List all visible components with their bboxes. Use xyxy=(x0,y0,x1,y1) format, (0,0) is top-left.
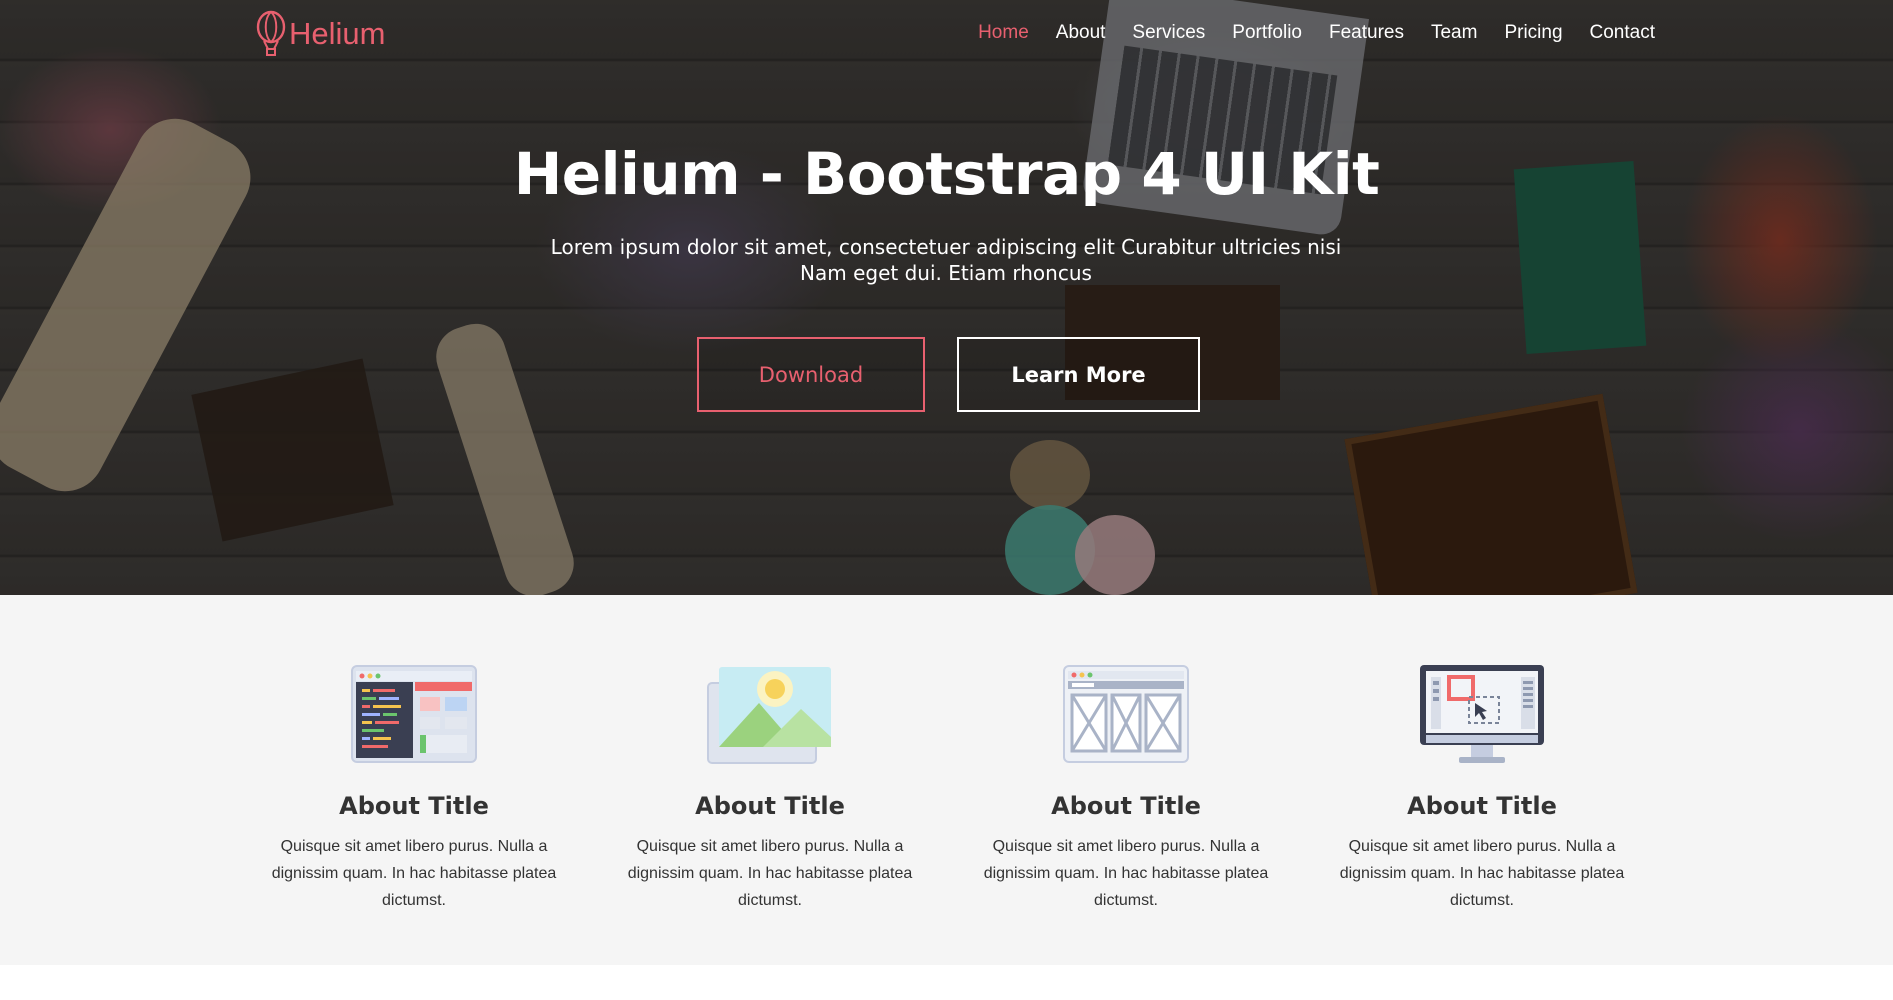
about-card-text: Quisque sit amet libero purus. Nulla a d… xyxy=(627,838,913,909)
about-section: About Title Quisque sit amet libero puru… xyxy=(0,595,1893,965)
balloon-icon xyxy=(256,10,286,56)
image-landscape-icon xyxy=(707,667,831,764)
about-card-title: About Title xyxy=(695,792,845,820)
nav-team[interactable]: Team xyxy=(1431,18,1477,48)
about-card-title: About Title xyxy=(1051,792,1201,820)
learn-more-button[interactable]: Learn More xyxy=(957,337,1200,412)
brand-name: Helium xyxy=(289,16,386,51)
hero-title: Helium - Bootstrap 4 UI Kit xyxy=(513,140,1380,208)
about-card-text: Quisque sit amet libero purus. Nulla a d… xyxy=(983,838,1269,909)
hero-subtitle: Lorem ipsum dolor sit amet, consectetuer… xyxy=(550,235,1342,285)
about-card-title: About Title xyxy=(1407,792,1557,820)
hero-overlay xyxy=(0,0,1893,595)
nav-pricing[interactable]: Pricing xyxy=(1504,18,1562,48)
main-nav: Home About Services Portfolio Features T… xyxy=(978,18,1655,48)
hero-section: Helium Home About Services Portfolio Fea… xyxy=(0,0,1893,595)
nav-about[interactable]: About xyxy=(1056,18,1106,48)
code-editor-icon xyxy=(351,665,477,763)
wireframe-layout-icon xyxy=(1063,665,1189,763)
about-card-text: Quisque sit amet libero purus. Nulla a d… xyxy=(1339,838,1625,909)
about-card-title: About Title xyxy=(339,792,489,820)
nav-services[interactable]: Services xyxy=(1132,18,1205,48)
about-card-text: Quisque sit amet libero purus. Nulla a d… xyxy=(271,838,557,909)
download-button[interactable]: Download xyxy=(697,337,925,412)
brand-logo[interactable]: Helium xyxy=(255,10,385,58)
nav-portfolio[interactable]: Portfolio xyxy=(1232,18,1302,48)
nav-features[interactable]: Features xyxy=(1329,18,1404,48)
nav-home[interactable]: Home xyxy=(978,18,1029,48)
nav-contact[interactable]: Contact xyxy=(1590,18,1655,48)
monitor-design-icon xyxy=(1420,665,1544,763)
